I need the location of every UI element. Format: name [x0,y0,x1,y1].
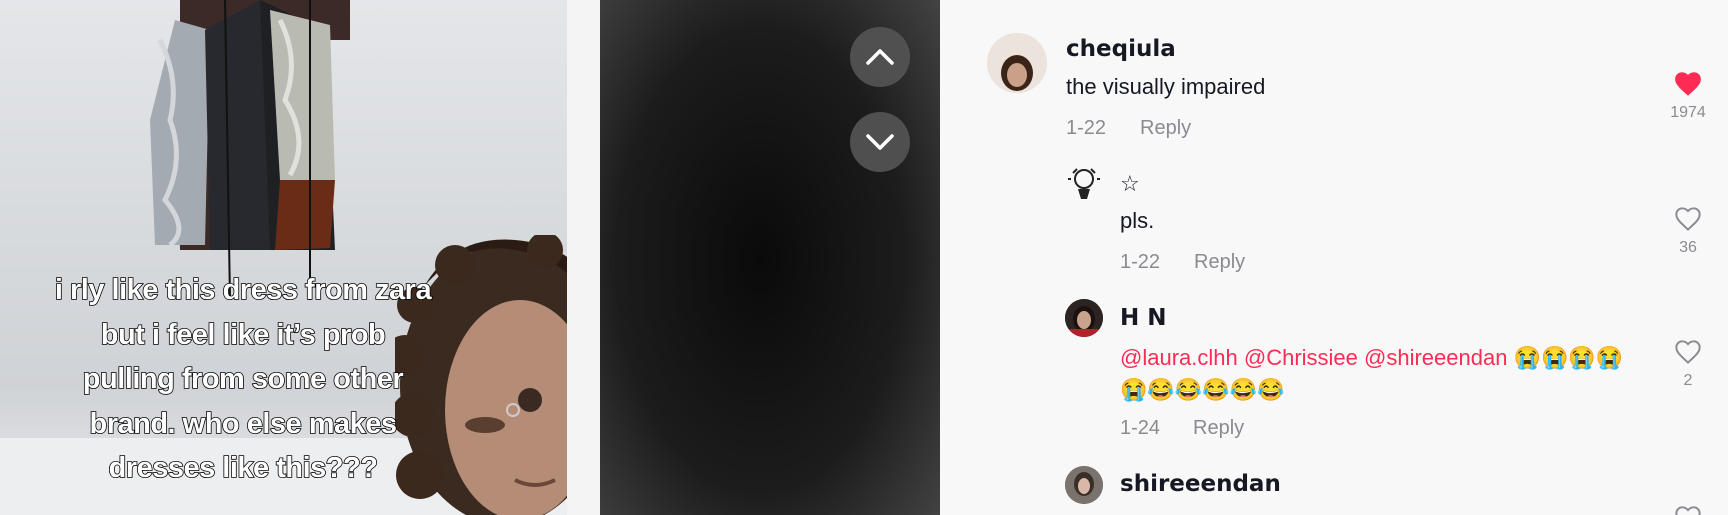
caption-line: i rly like this dress from zara [54,273,432,307]
mention-link[interactable]: @laura.clhh [1120,345,1238,370]
like-count: 36 [1679,239,1697,256]
avatar[interactable] [1065,299,1103,337]
like-button[interactable]: 2 [1668,338,1708,390]
avatar-image [1065,165,1103,203]
comment-date: 1-24 [1120,417,1161,439]
comment-username[interactable]: ☆ [1120,172,1140,197]
comment-text: pls. [1120,208,1155,233]
avatar-image [1065,466,1103,504]
comments-panel: cheqiula the visually impaired 1-22 Repl… [940,0,1728,515]
avatar[interactable] [1065,165,1103,203]
like-count: 2 [1683,372,1693,389]
video-edge [567,0,600,515]
comment-text: the visually impaired [1066,74,1266,99]
reply-button[interactable]: Reply [1193,417,1244,440]
dress-image [150,0,350,300]
chevron-down-icon [866,134,894,150]
mention-link[interactable]: @Chrissiee [1244,345,1358,370]
comment-username[interactable]: shireeendan [1120,471,1281,497]
like-count: 1974 [1670,104,1706,121]
avatar[interactable] [987,33,1047,93]
heart-outline-icon [1675,207,1701,231]
comment-username[interactable]: H N [1120,305,1167,331]
heart-outline-icon [1675,340,1701,364]
caption-line: but i feel like it’s prob [100,318,387,352]
previous-video-button[interactable] [850,27,910,87]
heart-outline-icon [1675,506,1701,515]
reply-button[interactable]: Reply [1194,251,1245,274]
emoji-text: 😭😂😂😂😂😂 [1120,377,1285,402]
comment-date: 1-22 [1120,251,1161,273]
reply-button[interactable]: Reply [1140,117,1191,140]
chevron-up-icon [866,49,894,65]
comment-text: @laura.clhh @Chrissiee @shireeendan 😭😭😭😭… [1120,342,1623,406]
avatar[interactable] [1065,466,1103,504]
heart-filled-icon [1675,72,1701,96]
like-button[interactable]: 1974 [1668,70,1708,122]
emoji-text: 😭😭😭😭 [1513,345,1624,370]
like-button[interactable] [1668,504,1708,515]
mention-link[interactable]: @shireeendan [1364,345,1507,370]
comment-date: 1-22 [1066,117,1107,139]
next-video-button[interactable] [850,112,910,172]
avatar-image [1065,299,1103,337]
video-caption: i rly like this dress from zara but i fe… [18,268,468,491]
like-button[interactable]: 36 [1668,205,1708,257]
caption-line: pulling from some other [82,362,405,396]
comment-username[interactable]: cheqiula [1066,36,1176,62]
video-player[interactable]: i rly like this dress from zara but i fe… [0,0,940,515]
caption-line: brand. who else makes [89,407,398,441]
caption-line: dresses like this??? [108,451,379,485]
video-frame: i rly like this dress from zara but i fe… [0,0,600,515]
comment-line: @laura.clhh @Chrissiee @shireeendan 😭😭😭😭 [1120,342,1623,374]
avatar-image [987,33,1047,93]
